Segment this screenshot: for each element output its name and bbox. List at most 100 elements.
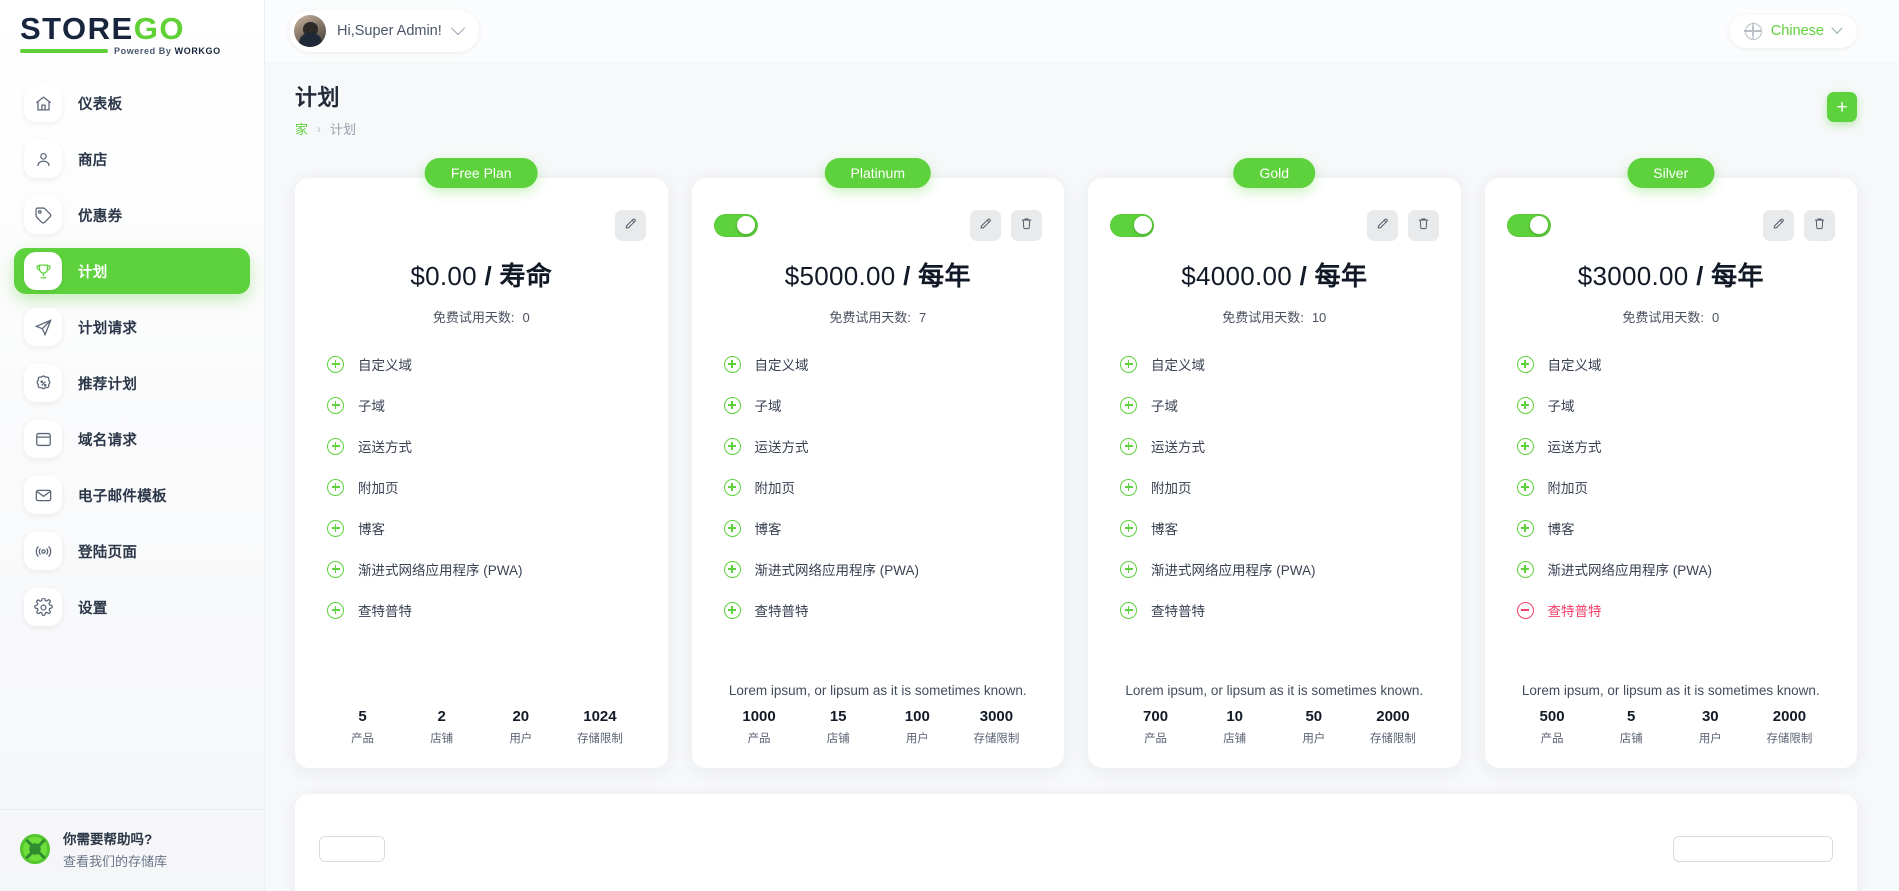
sidebar-item-4[interactable]: 计划 <box>14 248 250 294</box>
bottom-panel-right-control[interactable] <box>1673 836 1833 862</box>
delete-plan-button[interactable] <box>1011 209 1042 241</box>
plan-trial-days: 0 <box>522 310 530 325</box>
plan-stat-label: 用户 <box>509 733 533 745</box>
breadcrumb: 家 › 计划 <box>295 119 356 138</box>
plan-stat-label: 用户 <box>905 733 929 745</box>
sidebar-item-3[interactable]: 优惠券 <box>14 192 250 238</box>
edit-plan-button[interactable] <box>970 209 1001 241</box>
plan-stats: 500 产品 5 店铺 30 用户 2000 存储限制 <box>1507 702 1836 746</box>
plan-feature: 自定义域 <box>327 354 636 374</box>
sidebar-item-label: 登陆页面 <box>78 544 138 561</box>
plan-stat-users: 20 用户 <box>481 708 560 746</box>
plus-circle-icon <box>327 601 344 619</box>
plan-feature: 渐进式网络应用程序 (PWA) <box>723 559 1033 579</box>
sidebar-item-5[interactable]: 计划请求 <box>14 304 250 350</box>
plan-feature-label: 运送方式 <box>358 440 412 455</box>
plan-feature-label: 自定义域 <box>754 358 809 373</box>
sidebar-item-7[interactable]: 域名请求 <box>14 416 250 462</box>
plan-feature: 博客 <box>1120 518 1429 538</box>
plan-stat-label: 产品 <box>351 733 375 745</box>
chevron-down-icon <box>1831 22 1843 34</box>
edit-plan-button[interactable] <box>614 209 646 241</box>
plus-circle-icon <box>1120 601 1137 619</box>
sidebar-item-8[interactable]: 电子邮件模板 <box>14 472 250 518</box>
plan-stats: 1000 产品 15 店铺 100 用户 3000 存储限制 <box>714 702 1043 746</box>
toggle-knob <box>1530 216 1548 234</box>
breadcrumb-home[interactable]: 家 <box>295 119 308 138</box>
breadcrumb-current: 计划 <box>330 122 357 137</box>
plan-feature-label: 博客 <box>1151 522 1178 537</box>
plan-stat-products: 500 产品 <box>1513 708 1592 746</box>
plan-active-toggle[interactable] <box>713 213 758 237</box>
plan-feature: 子域 <box>1516 395 1826 415</box>
plan-stat-label: 店铺 <box>430 733 454 745</box>
sidebar-help-card[interactable]: 你需要帮助吗? 查看我们的存储库 <box>0 809 264 891</box>
sidebar-item-6[interactable]: 推荐计划 <box>14 360 250 406</box>
plus-circle-icon <box>1120 519 1137 537</box>
plan-stat-label: 用户 <box>1302 733 1326 745</box>
plan-price-separator: / <box>903 261 911 291</box>
add-plan-button[interactable]: + <box>1827 92 1857 122</box>
plan-feature-list: 自定义域 子域 运送方式 附加页 博客 渐进式网络应用程序 (PWA) 查特普特 <box>317 354 646 698</box>
page-title: 计划 <box>295 85 341 110</box>
edit-icon <box>1375 216 1390 234</box>
plan-price-separator: / <box>1696 261 1704 291</box>
plus-circle-icon <box>723 519 741 537</box>
page-content: 计划 家 › 计划 + Free Plan $0.00 / 寿命 免费试用天数: 0 自… <box>265 62 1899 891</box>
help-subtitle: 查看我们的存储库 <box>63 853 168 869</box>
plan-trial: 免费试用天数: 0 <box>317 307 646 326</box>
plus-circle-icon <box>1120 437 1137 455</box>
sidebar-item-9[interactable]: 登陆页面 <box>14 528 250 574</box>
plan-name-badge: Free Plan <box>424 158 538 188</box>
delete-plan-button[interactable] <box>1804 209 1835 241</box>
page-header: 计划 家 › 计划 + <box>295 80 1857 138</box>
sidebar: STOREGO Powered By WORKGO 仪表板商店优惠券计划计划请求… <box>0 0 265 891</box>
sidebar-item-1[interactable]: 仪表板 <box>14 80 250 126</box>
trash-icon <box>1812 216 1827 234</box>
delete-plan-button[interactable] <box>1407 209 1439 241</box>
user-menu-button[interactable]: Hi,Super Admin! <box>289 10 479 52</box>
plan-feature-label: 附加页 <box>754 481 796 496</box>
plan-feature: 附加页 <box>723 477 1033 497</box>
plus-circle-icon <box>1516 355 1534 373</box>
plan-feature: 博客 <box>723 518 1033 538</box>
edit-plan-button[interactable] <box>1763 209 1794 241</box>
plus-circle-icon <box>723 560 741 578</box>
plan-feature: 博客 <box>327 518 636 538</box>
sidebar-item-label: 计划 <box>78 264 108 281</box>
plan-price: $4000.00 / 每年 <box>1110 256 1439 293</box>
avatar <box>294 15 326 47</box>
plan-active-toggle[interactable] <box>1110 213 1154 237</box>
sidebar-item-label: 优惠券 <box>78 208 123 225</box>
plus-circle-icon <box>1516 560 1534 578</box>
plan-stat-storage: 3000 存储限制 <box>957 708 1036 746</box>
brand-logo[interactable]: STOREGO Powered By WORKGO <box>0 0 264 62</box>
plan-active-toggle[interactable] <box>1506 213 1551 237</box>
plan-stat-stores: 5 店铺 <box>1592 708 1671 746</box>
plus-circle-icon <box>327 355 344 373</box>
plan-feature-label: 自定义域 <box>1151 358 1205 373</box>
plan-card-body: $3000.00 / 每年 免费试用天数: 0 自定义域 子域 运送方式 附加页 博客 渐进式网… <box>1484 178 1857 768</box>
plan-feature-label: 博客 <box>1547 522 1575 537</box>
plan-stat-users: 50 用户 <box>1274 708 1353 746</box>
sidebar-item-2[interactable]: 商店 <box>14 136 250 182</box>
sidebar-item-10[interactable]: 设置 <box>14 584 250 630</box>
edit-plan-button[interactable] <box>1366 209 1398 241</box>
plus-circle-icon <box>327 519 344 537</box>
bottom-panel-left-control[interactable] <box>319 836 385 862</box>
toggle-knob <box>1133 216 1152 234</box>
edit-icon <box>1771 216 1786 234</box>
plan-stat-users: 30 用户 <box>1671 708 1750 746</box>
plan-feature-label: 渐进式网络应用程序 (PWA) <box>358 563 523 578</box>
plus-circle-icon <box>1516 478 1534 496</box>
plan-feature-label: 自定义域 <box>1547 358 1602 373</box>
sidebar-item-label: 推荐计划 <box>78 376 138 393</box>
broadcast-icon <box>24 532 62 570</box>
plan-price: $3000.00 / 每年 <box>1507 256 1836 293</box>
plan-feature-label: 运送方式 <box>1547 440 1602 455</box>
plus-circle-icon <box>1516 519 1534 537</box>
plan-stat-storage: 1024 存储限制 <box>560 708 639 746</box>
sidebar-item-label: 域名请求 <box>78 432 138 449</box>
sidebar-item-label: 设置 <box>78 600 108 617</box>
language-selector[interactable]: Chinese <box>1728 14 1857 48</box>
